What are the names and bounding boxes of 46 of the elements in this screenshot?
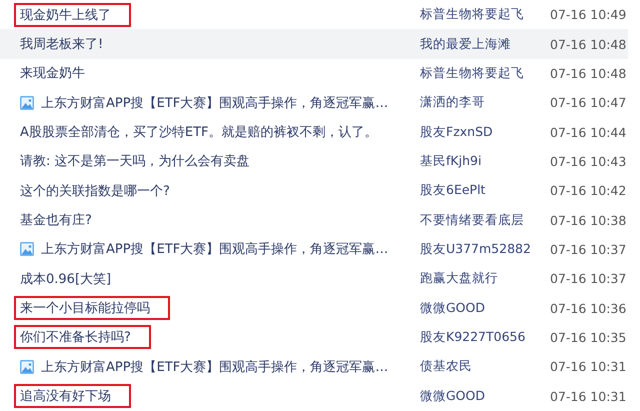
post-title[interactable]: 上东方财富APP搜【ETF大赛】围观高手操作，角逐冠军赢… [41, 358, 388, 376]
author-name[interactable]: 不要情绪要看底层 [401, 212, 550, 229]
post-title[interactable]: 来现金奶牛 [20, 64, 85, 82]
author-name[interactable]: 股友K9227T0656 [401, 328, 550, 346]
post-title[interactable]: 追高没有好下场 [20, 387, 111, 406]
post-time: 07-16 10:48 [550, 66, 626, 81]
author-name[interactable]: 债基农民 [401, 358, 550, 376]
post-time: 07-16 10:35 [550, 330, 626, 345]
author-name[interactable]: 股友U377m52882 [401, 240, 550, 258]
post-title[interactable]: 这个的关联指数是哪一个? [20, 182, 170, 200]
image-icon [20, 96, 34, 110]
image-icon [20, 242, 34, 256]
post-title[interactable]: 上东方财富APP搜【ETF大赛】围观高手操作，角逐冠军赢… [41, 240, 388, 258]
post-title[interactable]: 我周老板来了! [20, 35, 104, 54]
post-title[interactable]: 现金奶牛上线了 [20, 6, 111, 24]
post-title[interactable]: 成本0.96[大笑] [20, 270, 112, 288]
author-name[interactable]: 标普生物将要起飞 [401, 6, 550, 24]
post-time: 07-16 10:36 [550, 300, 626, 316]
author-name[interactable]: 标普生物将要起飞 [401, 64, 550, 82]
post-title[interactable]: 基金也有庄? [20, 211, 92, 230]
post-time: 07-16 10:42 [550, 183, 626, 198]
row-highlight[interactable]: 我周老板来了! 我的最爱上海滩 07-16 10:48 [0, 29, 628, 59]
post-time: 07-16 10:48 [550, 36, 626, 52]
post-title[interactable]: 来一个小目标能拉停吗 [20, 299, 150, 318]
author-name[interactable]: 潇洒的李哥 [401, 94, 550, 112]
post-time: 07-16 10:43 [550, 154, 626, 169]
author-name[interactable]: 微微GOOD [401, 300, 550, 317]
author-name[interactable]: 跑赢大盘就行 [401, 270, 550, 288]
post-time: 07-16 10:37 [550, 271, 626, 286]
post-time: 07-16 10:38 [550, 212, 626, 228]
post-time: 07-16 10:31 [550, 359, 626, 374]
post-title[interactable]: 上东方财富APP搜【ETF大赛】围观高手操作，角逐冠军赢… [41, 94, 388, 112]
author-name[interactable]: 股友FzxnSD [401, 124, 550, 141]
image-icon [20, 360, 34, 374]
post-time: 07-16 10:49 [550, 7, 626, 22]
post-title[interactable]: 请教: 这不是第一天吗，为什么会有卖盘 [20, 152, 250, 170]
post-time: 07-16 10:31 [550, 388, 626, 404]
author-name[interactable]: 微微GOOD [401, 388, 550, 405]
author-name[interactable]: 我的最爱上海滩 [401, 36, 550, 53]
post-time: 07-16 10:44 [550, 124, 626, 140]
post-title[interactable]: A股股票全部清仓，买了沙特ETF。就是赔的裤衩不剩，认了。 [20, 123, 378, 142]
post-time: 07-16 10:37 [550, 242, 626, 257]
post-time: 07-16 10:47 [550, 95, 626, 110]
author-name[interactable]: 基民fKjh9i [401, 152, 550, 170]
post-title[interactable]: 你们不准备长持吗? [20, 328, 131, 346]
author-name[interactable]: 股友6EePlt [401, 182, 550, 200]
